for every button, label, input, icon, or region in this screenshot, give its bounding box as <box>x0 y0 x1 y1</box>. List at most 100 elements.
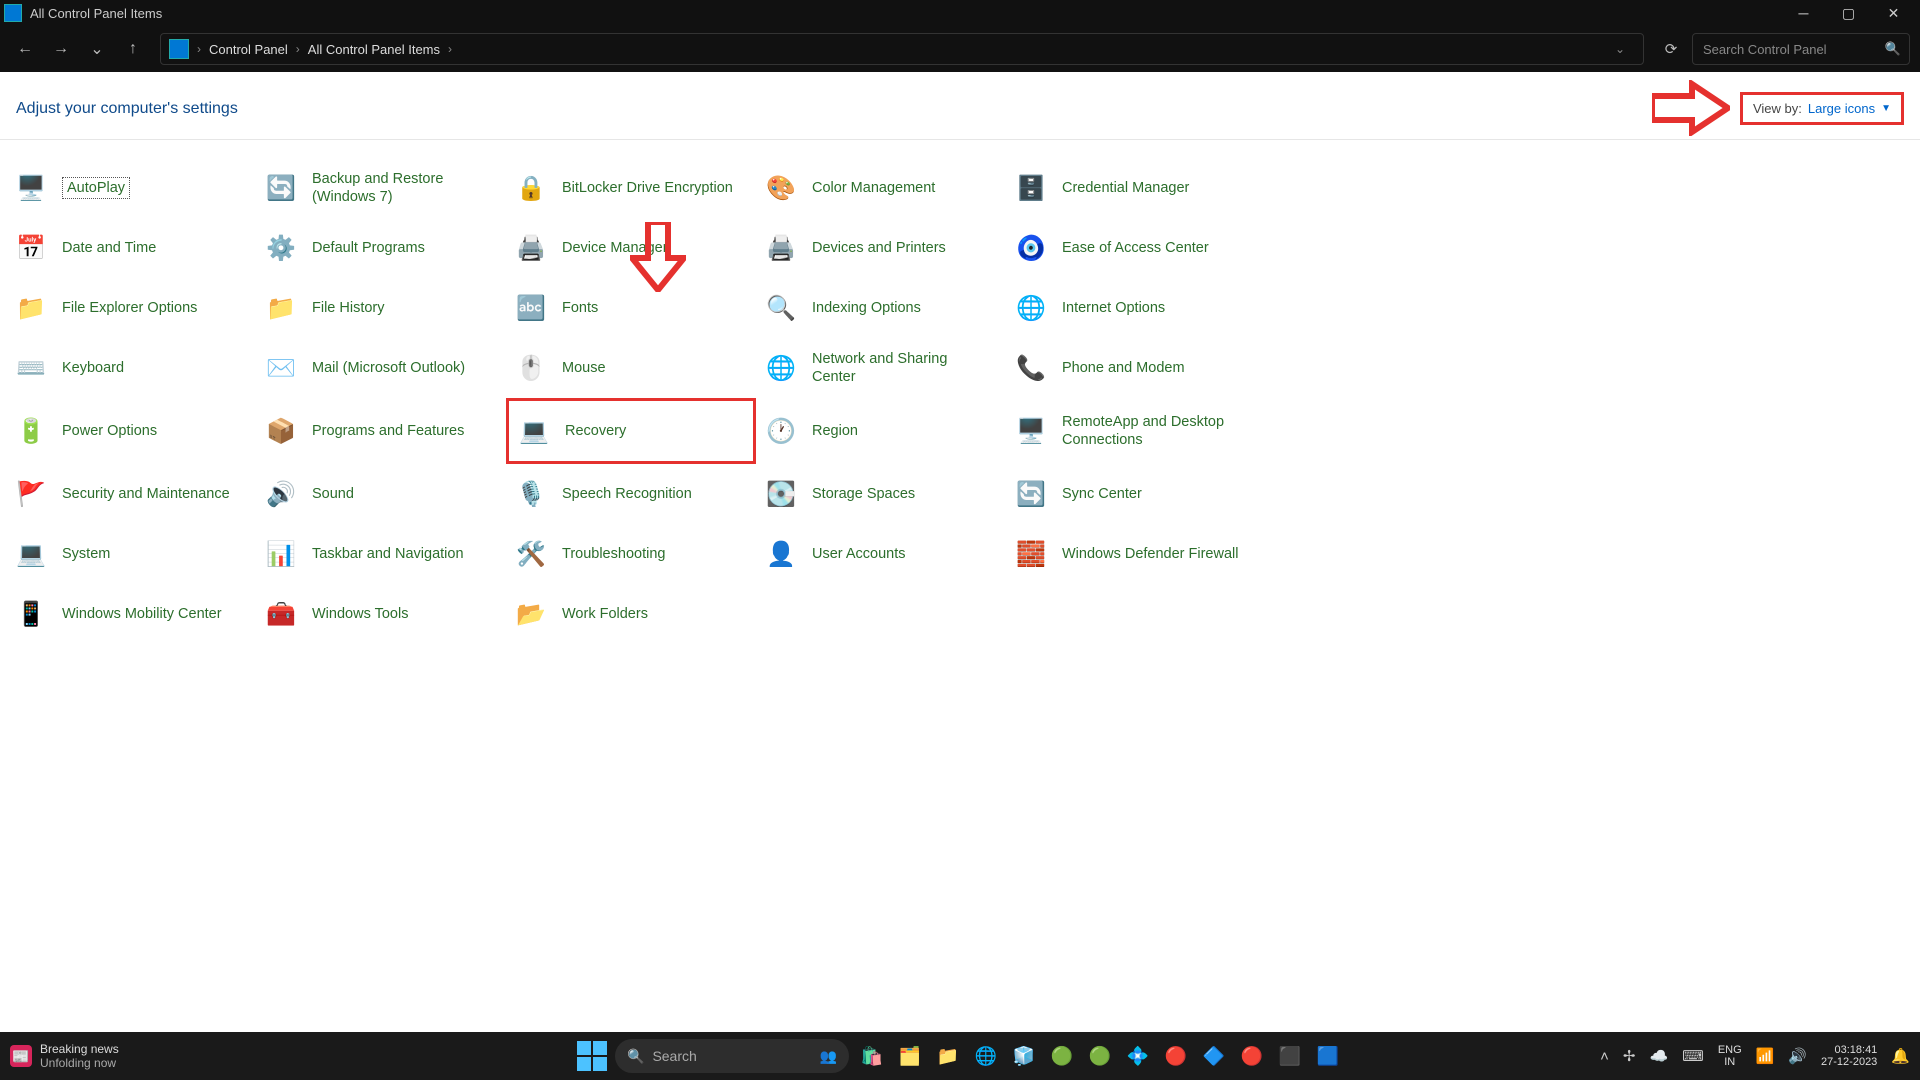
taskbar-app-vscode[interactable]: 🔷 <box>1199 1041 1229 1071</box>
address-dropdown-button[interactable]: ⌄ <box>1605 34 1635 64</box>
cp-item-keyboard[interactable]: ⌨️Keyboard <box>6 338 256 398</box>
cp-item-credential-manager[interactable]: 🗄️Credential Manager <box>1006 158 1256 218</box>
cp-item-file-explorer-options[interactable]: 📁File Explorer Options <box>6 278 256 338</box>
cp-item-windows-tools[interactable]: 🧰Windows Tools <box>256 584 506 644</box>
cp-item-default-programs[interactable]: ⚙️Default Programs <box>256 218 506 278</box>
cp-item-internet-options[interactable]: 🌐Internet Options <box>1006 278 1256 338</box>
view-by-value[interactable]: Large icons <box>1808 101 1875 116</box>
address-bar[interactable]: › Control Panel › All Control Panel Item… <box>160 33 1644 65</box>
cp-item-label: Ease of Access Center <box>1062 239 1209 257</box>
cp-item-file-history[interactable]: 📁File History <box>256 278 506 338</box>
taskbar-app-store[interactable]: 🧊 <box>1009 1041 1039 1071</box>
cp-item-network-and-sharing-center[interactable]: 🌐 Network and Sharing Center <box>756 338 1006 398</box>
clock[interactable]: 03:18:41 27-12-2023 <box>1821 1044 1877 1068</box>
cp-item-icon: 🛠️ <box>514 537 548 571</box>
close-button[interactable]: ✕ <box>1871 0 1916 26</box>
cp-item-icon: 🎨 <box>764 171 798 205</box>
cp-item-label: AutoPlay <box>62 177 130 199</box>
cp-item-icon: 🧰 <box>264 597 298 631</box>
cp-item-windows-defender-firewall[interactable]: 🧱Windows Defender Firewall <box>1006 524 1256 584</box>
back-button[interactable]: ← <box>10 34 40 64</box>
taskbar-app-chrome[interactable]: 🔴 <box>1161 1041 1191 1071</box>
tray-notifications-icon[interactable]: 🔔 <box>1891 1047 1910 1065</box>
cp-item-icon: 💻 <box>14 537 48 571</box>
news-widget[interactable]: 📰 Breaking news Unfolding now <box>10 1042 119 1070</box>
cp-item-sync-center[interactable]: 🔄Sync Center <box>1006 464 1256 524</box>
tray-onedrive-icon[interactable]: ☁️ <box>1649 1047 1668 1065</box>
taskbar-app-copilot[interactable]: 🛍️ <box>857 1041 887 1071</box>
cp-item-recovery[interactable]: 💻Recovery <box>506 398 756 464</box>
cp-item-label: Network and Sharing Center <box>812 350 992 386</box>
up-button[interactable]: ↑ <box>118 34 148 64</box>
tray-wifi-icon[interactable]: 📶 <box>1756 1047 1775 1065</box>
chevron-right-icon: › <box>197 42 201 56</box>
tray-brightness-icon[interactable]: ✢ <box>1623 1047 1636 1065</box>
cp-item-work-folders[interactable]: 📂Work Folders <box>506 584 756 644</box>
breadcrumb-item[interactable]: All Control Panel Items <box>308 42 440 57</box>
cp-item-bitlocker-drive-encryption[interactable]: 🔒BitLocker Drive Encryption <box>506 158 756 218</box>
taskbar-app-taskview[interactable]: 🗂️ <box>895 1041 925 1071</box>
taskbar-app-explorer[interactable]: 📁 <box>933 1041 963 1071</box>
tray-keyboard-icon[interactable]: ⌨ <box>1682 1047 1704 1065</box>
cp-item-backup-and-restore-windows-7[interactable]: 🔄Backup and Restore (Windows 7) <box>256 158 506 218</box>
minimize-button[interactable]: ─ <box>1781 0 1826 26</box>
taskbar-app-edge[interactable]: 🌐 <box>971 1041 1001 1071</box>
cp-item-label: Windows Mobility Center <box>62 605 222 623</box>
taskbar-app-generic1[interactable]: 🔴 <box>1237 1041 1267 1071</box>
search-input[interactable] <box>1701 41 1885 58</box>
cp-item-system[interactable]: 💻System <box>6 524 256 584</box>
cp-item-icon: 🕐 <box>764 414 798 448</box>
tray-volume-icon[interactable]: 🔊 <box>1788 1047 1807 1065</box>
cp-item-date-and-time[interactable]: 📅Date and Time <box>6 218 256 278</box>
news-title: Breaking news <box>40 1042 119 1056</box>
cp-item-phone-and-modem[interactable]: 📞Phone and Modem <box>1006 338 1256 398</box>
cp-item-devices-and-printers[interactable]: 🖨️Devices and Printers <box>756 218 1006 278</box>
cp-item-mail-microsoft-outlook[interactable]: ✉️Mail (Microsoft Outlook) <box>256 338 506 398</box>
cp-item-device-manager[interactable]: 🖨️Device Manager <box>506 218 756 278</box>
taskbar-app-whatsapp[interactable]: 🟢 <box>1047 1041 1077 1071</box>
recent-locations-button[interactable]: ⌄ <box>82 34 112 64</box>
tray-chevron-up-icon[interactable]: ˄ <box>1600 1048 1609 1065</box>
cp-item-troubleshooting[interactable]: 🛠️Troubleshooting <box>506 524 756 584</box>
cp-item-autoplay[interactable]: 🖥️AutoPlay <box>6 158 256 218</box>
forward-button[interactable]: → <box>46 34 76 64</box>
start-button[interactable] <box>577 1041 607 1071</box>
refresh-button[interactable]: ⟳ <box>1656 34 1686 64</box>
cp-item-windows-mobility-center[interactable]: 📱Windows Mobility Center <box>6 584 256 644</box>
cp-item-label: Mouse <box>562 359 606 377</box>
content-area: Adjust your computer's settings View by:… <box>0 72 1920 1032</box>
taskbar-app-slack[interactable]: 💠 <box>1123 1041 1153 1071</box>
breadcrumb-item[interactable]: Control Panel <box>209 42 288 57</box>
cp-item-security-and-maintenance[interactable]: 🚩Security and Maintenance <box>6 464 256 524</box>
cp-item-mouse[interactable]: 🖱️Mouse <box>506 338 756 398</box>
cp-item-label: Recovery <box>565 422 626 440</box>
taskbar-app-spotify[interactable]: 🟢 <box>1085 1041 1115 1071</box>
cp-item-region[interactable]: 🕐Region <box>756 398 1006 464</box>
cp-item-icon: 👤 <box>764 537 798 571</box>
cp-item-icon: 🌐 <box>764 351 798 385</box>
taskbar-app-controlpanel[interactable]: 🟦 <box>1313 1041 1343 1071</box>
cp-item-indexing-options[interactable]: 🔍Indexing Options <box>756 278 1006 338</box>
cp-item-fonts[interactable]: 🔤Fonts <box>506 278 756 338</box>
cp-item-sound[interactable]: 🔊Sound <box>256 464 506 524</box>
cp-item-storage-spaces[interactable]: 💽Storage Spaces <box>756 464 1006 524</box>
cp-item-color-management[interactable]: 🎨Color Management <box>756 158 1006 218</box>
taskbar-app-terminal[interactable]: ⬛ <box>1275 1041 1305 1071</box>
cp-item-icon: 🔊 <box>264 477 298 511</box>
cp-item-icon: 🔍 <box>764 291 798 325</box>
cp-item-programs-and-features[interactable]: 📦Programs and Features <box>256 398 506 464</box>
cp-item-ease-of-access-center[interactable]: 🧿Ease of Access Center <box>1006 218 1256 278</box>
cp-item-label: Power Options <box>62 422 157 440</box>
search-box[interactable]: 🔍 <box>1692 33 1910 65</box>
cp-item-speech-recognition[interactable]: 🎙️Speech Recognition <box>506 464 756 524</box>
breadcrumb[interactable]: › Control Panel › All Control Panel Item… <box>197 42 452 57</box>
language-indicator[interactable]: ENG IN <box>1718 1044 1742 1068</box>
cp-item-user-accounts[interactable]: 👤User Accounts <box>756 524 1006 584</box>
taskbar-search[interactable]: 🔍 Search 👥 <box>615 1039 849 1073</box>
cp-item-taskbar-and-navigation[interactable]: 📊Taskbar and Navigation <box>256 524 506 584</box>
view-by-dropdown[interactable]: View by: Large icons ▼ <box>1740 92 1904 125</box>
cp-item-power-options[interactable]: 🔋Power Options <box>6 398 256 464</box>
maximize-button[interactable]: ▢ <box>1826 0 1871 26</box>
cp-item-label: Work Folders <box>562 605 648 623</box>
cp-item-remoteapp-and-desktop-connections[interactable]: 🖥️RemoteApp and Desktop Connections <box>1006 398 1256 464</box>
